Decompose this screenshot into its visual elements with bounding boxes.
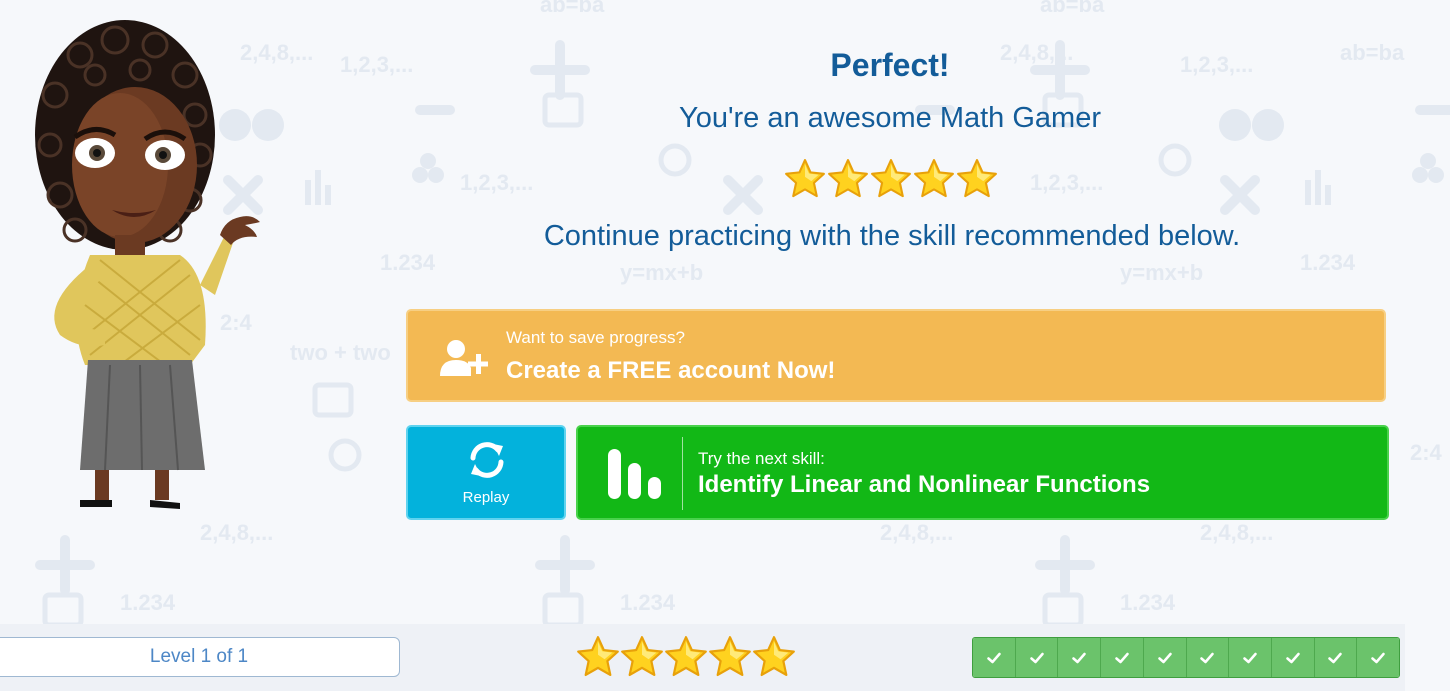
svg-text:ab=ba: ab=ba — [540, 0, 605, 17]
recommendation-text: Continue practicing with the skill recom… — [543, 220, 1241, 252]
result-title: Perfect! — [830, 47, 950, 83]
svg-text:1.234: 1.234 — [1300, 250, 1356, 275]
star-filled-icon — [871, 159, 911, 198]
check-icon — [1157, 652, 1172, 663]
add-user-icon — [440, 340, 488, 376]
svg-text:y=mx+b: y=mx+b — [1120, 260, 1203, 285]
next-skill-prefix: Try the next skill: — [698, 449, 825, 468]
svg-text:two + two: two + two — [290, 340, 391, 365]
svg-text:1.234: 1.234 — [620, 590, 676, 615]
check-icon — [1115, 652, 1129, 663]
question-progress-cell — [1186, 638, 1230, 677]
star-filled-icon — [753, 636, 795, 677]
level-indicator: Level 1 of 1 — [0, 637, 400, 677]
svg-text:2:4: 2:4 — [1410, 440, 1443, 465]
svg-text:y=mx+b: y=mx+b — [620, 260, 703, 285]
star-filled-icon — [577, 636, 619, 677]
result-star-rating — [784, 158, 998, 200]
question-progress-cell — [1314, 638, 1358, 677]
svg-text:1,2,3,...: 1,2,3,... — [1030, 170, 1103, 195]
skill-chart-icon — [608, 449, 661, 499]
star-filled-icon — [665, 636, 707, 677]
check-icon — [1072, 652, 1086, 663]
check-icon — [1328, 652, 1343, 663]
replay-icon — [470, 442, 504, 478]
check-icon — [987, 652, 1001, 663]
svg-text:2,4,8,...: 2,4,8,... — [880, 520, 953, 545]
svg-text:ab=ba: ab=ba — [1040, 0, 1105, 17]
svg-text:ab=ba: ab=ba — [1340, 40, 1405, 65]
next-skill-divider — [682, 437, 683, 510]
check-icon — [1243, 652, 1257, 663]
star-filled-icon — [914, 159, 954, 198]
svg-text:2,4,8,...: 2,4,8,... — [200, 520, 273, 545]
svg-text:1,2,3,...: 1,2,3,... — [1180, 52, 1253, 77]
question-progress-cell — [1101, 638, 1144, 677]
svg-text:1.234: 1.234 — [120, 590, 176, 615]
check-icon — [1029, 652, 1044, 663]
svg-text:1.234: 1.234 — [1120, 590, 1176, 615]
check-icon — [1200, 652, 1215, 663]
check-icon — [1371, 652, 1385, 663]
svg-text:1.234: 1.234 — [380, 250, 436, 275]
replay-label: Replay — [462, 489, 510, 506]
teacher-character-illustration — [35, 20, 260, 509]
svg-text:1,2,3,...: 1,2,3,... — [460, 170, 533, 195]
star-filled-icon — [709, 636, 751, 677]
result-subtitle: You're an awesome Math Gamer — [679, 102, 1101, 134]
question-progress-cell — [1357, 638, 1399, 677]
next-skill-name: Identify Linear and Nonlinear Functions — [698, 471, 1151, 498]
create-account-button[interactable]: Want to save progress? Create a FREE acc… — [406, 309, 1386, 402]
star-filled-icon — [785, 159, 825, 198]
svg-text:2,4,8,...: 2,4,8,... — [1200, 520, 1273, 545]
question-progress-cell — [1015, 638, 1059, 677]
footer-star-rating — [576, 635, 796, 679]
question-progress-cell — [1271, 638, 1315, 677]
svg-text:1,2,3,...: 1,2,3,... — [340, 52, 413, 77]
question-progress-cell — [1229, 638, 1272, 677]
next-skill-button[interactable]: Try the next skill: Identify Linear and … — [576, 425, 1389, 520]
question-progress-bar — [972, 637, 1400, 678]
check-icon — [1286, 652, 1300, 663]
replay-button[interactable]: Replay — [406, 425, 566, 520]
question-progress-cell — [1143, 638, 1187, 677]
star-filled-icon — [828, 159, 868, 198]
question-progress-cell — [1058, 638, 1102, 677]
question-progress-cell — [973, 638, 1016, 677]
create-account-label: Create a FREE account Now! — [506, 357, 836, 384]
star-filled-icon — [957, 159, 997, 198]
save-progress-prompt: Want to save progress? — [506, 328, 685, 347]
star-filled-icon — [621, 636, 663, 677]
